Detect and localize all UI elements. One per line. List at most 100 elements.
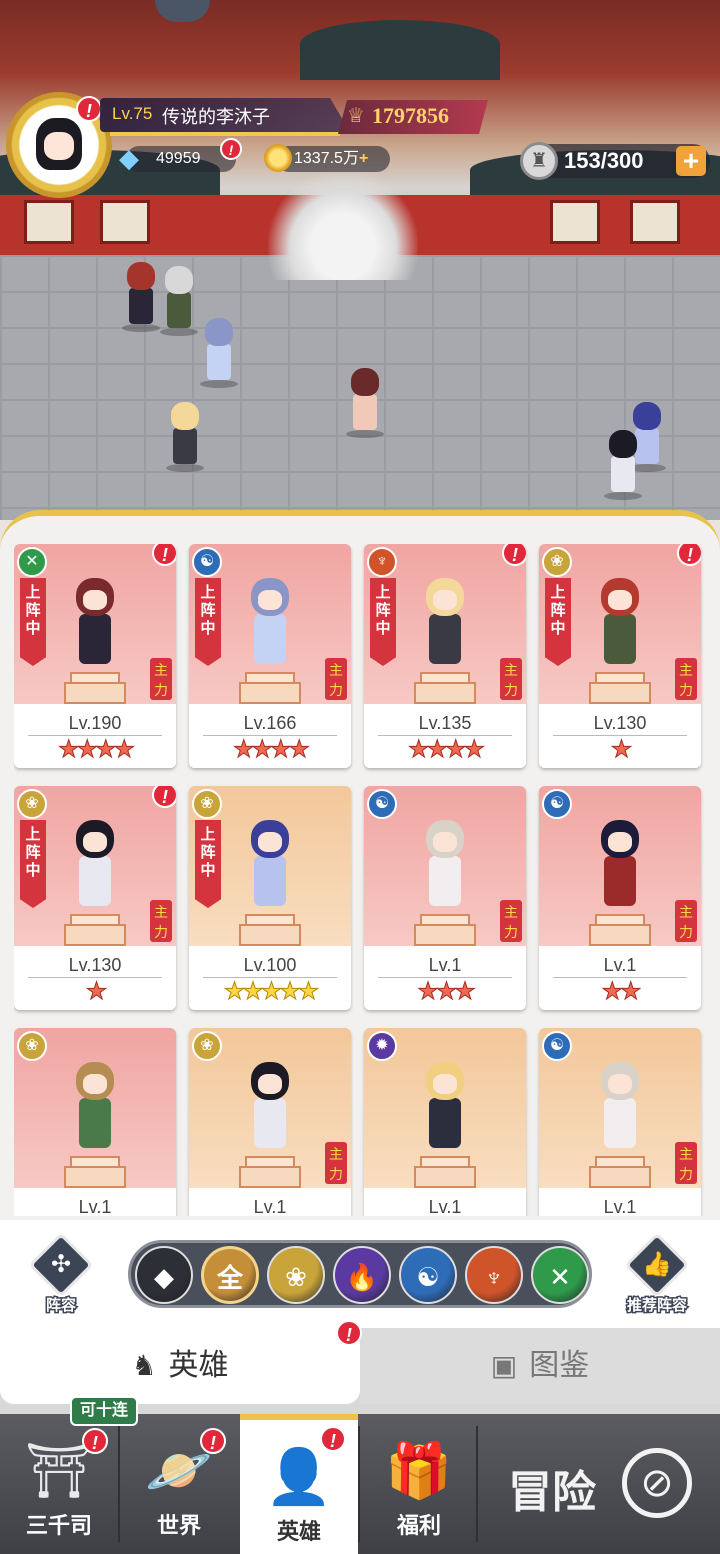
filter-lotus-button[interactable]: ❀ bbox=[267, 1246, 325, 1304]
hero-card[interactable]: ✕ 上阵中 主力! Lv.190 ★★★★ bbox=[14, 544, 176, 768]
hero-level: Lv.130 bbox=[68, 955, 122, 975]
power-value: 1797856 bbox=[372, 103, 449, 128]
main-force-tag: 主力 bbox=[325, 658, 347, 700]
hero-level: Lv.100 bbox=[243, 955, 297, 975]
hero-grid: ✕ 上阵中 主力! Lv.190 ★★★★ ☯ 上阵中 主力 Lv.166 ★★★★ ♆ 上阵中 主力!… bbox=[14, 544, 714, 1216]
main-force-tag: 主力 bbox=[675, 658, 697, 700]
hero-card[interactable]: ❀ 上阵中 主力! Lv.130 ★ bbox=[14, 786, 176, 1010]
nav-heroes-label: 英雄 bbox=[276, 1519, 321, 1544]
main-force-tag: 主力 bbox=[150, 900, 172, 942]
main-force-tag: 主力 bbox=[325, 1142, 347, 1184]
element-meditation-icon: ♆ bbox=[367, 547, 397, 577]
nav-heroes-alert-icon: ! bbox=[320, 1426, 346, 1452]
element-lotus-icon: ❀ bbox=[192, 1031, 222, 1061]
element-filter-group: ◆ 全 ❀ 🔥 ☯ ♆ ✕ bbox=[128, 1240, 592, 1308]
hero-level: Lv.1 bbox=[253, 1197, 287, 1216]
adventure-button[interactable]: 冒险 ⊘ bbox=[478, 1414, 720, 1554]
hero-card[interactable]: ☯ 主力 Lv.1 bbox=[539, 1028, 701, 1216]
hero-portrait bbox=[587, 814, 653, 914]
gem-value: 49959 bbox=[156, 150, 201, 167]
hero-capacity: ♜ 153/300 + bbox=[520, 142, 710, 180]
element-yin-yang-icon: ☯ bbox=[367, 789, 397, 819]
temple-roof bbox=[300, 20, 500, 80]
filter-diamond-button[interactable]: ◆ bbox=[135, 1246, 193, 1304]
deployed-banner: 上阵中 bbox=[370, 578, 396, 666]
hero-level: Lv.135 bbox=[418, 713, 472, 733]
ten-pull-badge: 可十连 bbox=[70, 1396, 139, 1426]
filter-yin-yang-button[interactable]: ☯ bbox=[399, 1246, 457, 1304]
nav-sanqiansi-alert-icon: ! bbox=[82, 1428, 108, 1454]
main-force-tag: 主力 bbox=[500, 900, 522, 942]
hero-silhouette-icon: 👤 bbox=[265, 1447, 333, 1507]
player-namebar: Lv.75 传说的李沐子 bbox=[100, 98, 350, 132]
filter-meditation-button[interactable]: ♆ bbox=[465, 1246, 523, 1304]
filter-dna-button[interactable]: ✕ bbox=[531, 1246, 589, 1304]
hero-card[interactable]: ❀ 上阵中 Lv.100 ★★★★★ bbox=[189, 786, 351, 1010]
hero-sprite bbox=[342, 368, 388, 438]
window bbox=[24, 200, 74, 244]
hero-card[interactable]: ❀ 上阵中 主力! Lv.130 ★ bbox=[539, 544, 701, 768]
lineup-button[interactable]: ✣ 阵容 bbox=[24, 1232, 98, 1316]
hero-card[interactable]: ♆ 上阵中 主力! Lv.135 ★★★★ bbox=[364, 544, 526, 768]
deployed-banner: 上阵中 bbox=[20, 578, 46, 666]
hero-stars: ★★★★★ bbox=[223, 978, 320, 1006]
hero-card[interactable]: ❀ 主力 Lv.1 bbox=[189, 1028, 351, 1216]
window bbox=[100, 200, 150, 244]
recommend-label: 推荐阵容 bbox=[625, 1296, 688, 1316]
pet-icon[interactable] bbox=[155, 0, 210, 22]
hero-portrait bbox=[237, 814, 303, 914]
element-yin-yang-icon: ☯ bbox=[542, 789, 572, 819]
hero-alert-icon: ! bbox=[152, 544, 176, 566]
heroes-tab-alert-icon: ! bbox=[336, 1320, 362, 1346]
nav-welfare[interactable]: 🎁 福利 bbox=[360, 1414, 478, 1554]
deployed-banner: 上阵中 bbox=[195, 820, 221, 908]
add-gold-icon[interactable]: + bbox=[359, 150, 368, 167]
hero-tab-icon: ♞ bbox=[131, 1350, 157, 1381]
compass-icon: ⊘ bbox=[622, 1448, 692, 1518]
capacity-value: 153/300 bbox=[564, 148, 644, 173]
hero-card[interactable]: ☯ 主力 Lv.1 ★★★ bbox=[364, 786, 526, 1010]
hero-card[interactable]: ☯ 上阵中 主力 Lv.166 ★★★★ bbox=[189, 544, 351, 768]
player-level: Lv.75 bbox=[112, 104, 153, 123]
hero-stars: ★★ bbox=[601, 978, 642, 1006]
main-force-tag: 主力 bbox=[675, 900, 697, 942]
hero-stars: ★★★ bbox=[417, 978, 477, 1006]
main-force-tag: 主力 bbox=[150, 658, 172, 700]
nav-sanqiansi-label: 三千司 bbox=[25, 1513, 92, 1538]
recommend-lineup-button[interactable]: 👍 推荐阵容 bbox=[620, 1232, 694, 1316]
element-lotus-icon: ❀ bbox=[542, 547, 572, 577]
hero-portrait bbox=[62, 1056, 128, 1156]
hero-level: Lv.1 bbox=[428, 1197, 462, 1216]
hero-card[interactable]: ☯ 主力 Lv.1 ★★ bbox=[539, 786, 701, 1010]
thumbs-up-icon: 👍 bbox=[642, 1251, 672, 1278]
hero-portrait bbox=[587, 572, 653, 672]
lineup-label: 阵容 bbox=[44, 1296, 77, 1316]
gallery-icon: ▣ bbox=[490, 1350, 518, 1381]
filter-bar: ✣ 阵容 ◆ 全 ❀ 🔥 ☯ ♆ ✕ 👍 推荐阵容 bbox=[0, 1220, 720, 1328]
gem-icon: ◆ bbox=[119, 143, 139, 173]
deployed-banner: 上阵中 bbox=[545, 578, 571, 666]
tab-heroes[interactable]: ♞ 英雄 bbox=[0, 1328, 360, 1404]
hero-stars: ★★★★ bbox=[57, 736, 135, 764]
element-fire-icon: ✹ bbox=[367, 1031, 397, 1061]
hero-portrait bbox=[412, 572, 478, 672]
hero-portrait bbox=[237, 572, 303, 672]
hero-level: Lv.1 bbox=[603, 955, 637, 975]
gold-counter[interactable]: 1337.5万+ bbox=[276, 146, 390, 172]
hero-stars: ★ bbox=[85, 978, 108, 1006]
tab-gallery[interactable]: ▣ 图鉴 bbox=[360, 1328, 720, 1404]
hero-alert-icon: ! bbox=[152, 786, 176, 808]
element-lotus-icon: ❀ bbox=[17, 1031, 47, 1061]
filter-all-button[interactable]: 全 bbox=[201, 1246, 259, 1304]
enemy-sprite bbox=[600, 430, 646, 500]
filter-fire-button[interactable]: 🔥 bbox=[333, 1246, 391, 1304]
deployed-banner: 上阵中 bbox=[20, 820, 46, 908]
gold-value: 1337.5万 bbox=[294, 150, 359, 167]
element-lotus-icon: ❀ bbox=[192, 789, 222, 819]
hero-card[interactable]: ✹ Lv.1 bbox=[364, 1028, 526, 1216]
bottom-nav: ⛩ 三千司 🪐 世界 👤 英雄 🎁 福利 冒险 ⊘ ! ! ! bbox=[0, 1414, 720, 1554]
add-capacity-button[interactable]: + bbox=[676, 146, 706, 176]
window bbox=[630, 200, 680, 244]
hero-level: Lv.166 bbox=[243, 713, 297, 733]
hero-card[interactable]: ❀ Lv.1 bbox=[14, 1028, 176, 1216]
